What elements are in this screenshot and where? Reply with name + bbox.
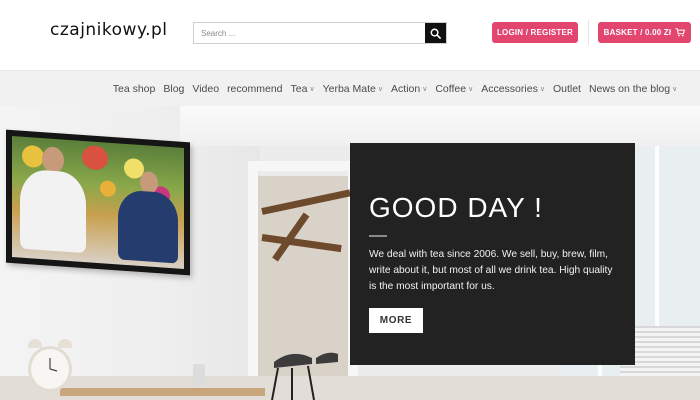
nav-item-label: Blog [163, 82, 185, 95]
nav-item-label: News on the blog [588, 82, 671, 95]
nav-item-label: Tea [290, 82, 308, 95]
cart-icon [675, 28, 686, 37]
main-nav: Tea shop Blog Video recommend Tea ∨ Yerba Mate… [0, 70, 700, 106]
more-button[interactable]: MORE [369, 308, 423, 333]
nav-item-label: Accessories [481, 82, 538, 95]
mug [193, 364, 205, 386]
nav-item-action[interactable]: Action ∨ [391, 83, 427, 95]
chevron-down-icon: ∨ [468, 85, 474, 93]
chevron-down-icon: ∨ [539, 85, 545, 93]
alarm-clock [28, 346, 72, 392]
nav-item-accessories[interactable]: Accessories ∨ [481, 83, 545, 95]
nav-item-label: Yerba Mate [322, 82, 376, 95]
hero-text: We deal with tea since 2006. We sell, bu… [369, 249, 613, 292]
search-bar [193, 22, 447, 44]
nav-item-coffee[interactable]: Coffee ∨ [435, 83, 473, 95]
site-header: czajnikowy.pl LOGIN / REGISTER BASKET / … [0, 0, 700, 70]
table [60, 388, 265, 396]
nav-item-recommend[interactable]: recommend [227, 83, 282, 95]
nav-item-label: Coffee [435, 82, 467, 95]
nav-item-news-on-the-blog[interactable]: News on the blog ∨ [589, 83, 677, 95]
nav-item-blog[interactable]: Blog [163, 83, 184, 95]
nav-item-video[interactable]: Video [192, 83, 219, 95]
nav-item-label: Outlet [552, 82, 581, 95]
search-input[interactable] [194, 23, 425, 43]
nav-item-outlet[interactable]: Outlet [553, 83, 581, 95]
header-divider [588, 20, 589, 45]
chevron-down-icon: ∨ [377, 85, 384, 93]
nav-item-label: Tea shop [112, 82, 156, 95]
search-button[interactable] [425, 23, 446, 43]
hero-ceiling [180, 106, 700, 146]
nav-item-tea-shop[interactable]: Tea shop [113, 83, 156, 95]
nav-item-label: recommend [227, 82, 283, 95]
login-register-button[interactable]: LOGIN / REGISTER [492, 22, 578, 43]
search-icon [430, 28, 441, 39]
hero-title: GOOD DAY ! [369, 192, 543, 223]
basket-label: BASKET / 0.00 Zł [603, 28, 672, 37]
chevron-down-icon: ∨ [309, 85, 315, 93]
chevron-down-icon: ∨ [422, 85, 428, 93]
nav-item-label: Action [391, 82, 421, 95]
hero-overlay-box: GOOD DAY ! We deal with tea since 2006. … [350, 143, 635, 365]
chevron-down-icon: ∨ [672, 85, 678, 93]
basket-button[interactable]: BASKET / 0.00 Zł [598, 22, 691, 43]
nav-item-label: Video [192, 82, 220, 95]
tv-screen-image [6, 129, 190, 276]
title-divider [369, 235, 387, 237]
nav-item-yerba-mate[interactable]: Yerba Mate ∨ [323, 83, 383, 95]
nav-item-tea[interactable]: Tea ∨ [291, 83, 315, 95]
chair [268, 344, 340, 400]
site-logo[interactable]: czajnikowy.pl [50, 20, 168, 40]
nav-list: Tea shop Blog Video recommend Tea ∨ Yerba Mate… [109, 83, 681, 95]
